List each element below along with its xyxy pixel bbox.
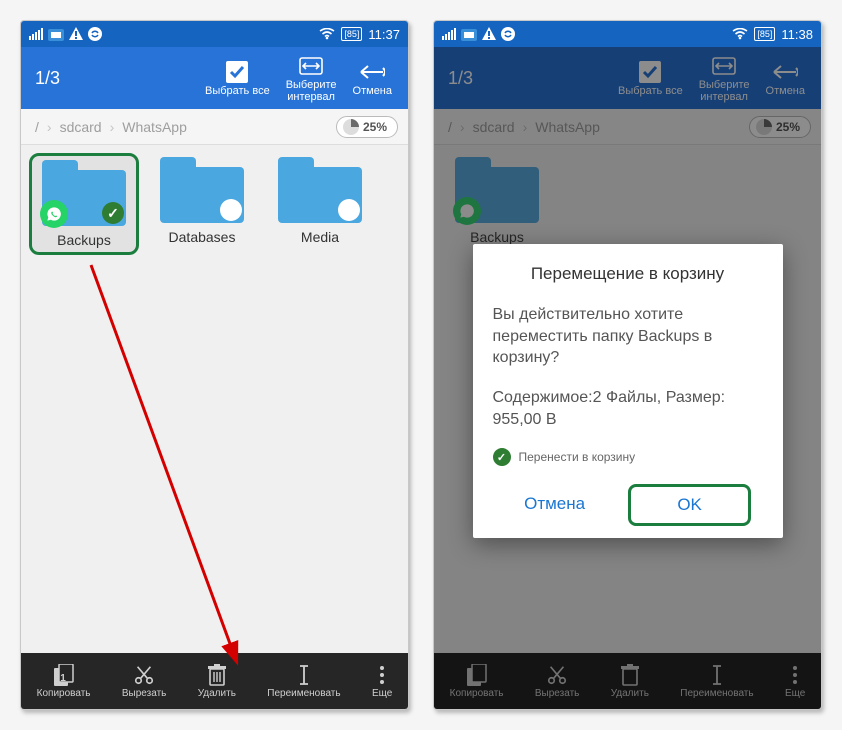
rename-label: Переименовать	[267, 688, 340, 699]
trash-option-label: Перенести в корзину	[519, 450, 636, 464]
selection-dot	[220, 199, 242, 221]
selection-check-icon	[102, 202, 124, 224]
wifi-icon	[732, 28, 748, 40]
status-bar: [85] 11:37	[21, 21, 408, 47]
dialog-details: Содержимое:2 Файлы, Размер: 955,00 B	[493, 387, 763, 430]
app-icon	[48, 27, 64, 41]
warning-icon	[482, 27, 496, 41]
chevron-right-icon: ›	[106, 119, 119, 135]
selection-toolbar: 1/3 Выбрать все Выберите интервал Отмена	[21, 47, 408, 109]
svg-text:1: 1	[60, 673, 66, 684]
folder-media[interactable]: Media	[265, 153, 375, 249]
selection-count: 1/3	[35, 68, 197, 89]
wifi-icon	[319, 28, 335, 40]
battery-level: 85	[347, 29, 357, 39]
more-label: Еще	[372, 688, 392, 699]
breadcrumb: / › sdcard › WhatsApp 25%	[21, 109, 408, 145]
select-range-label: Выберите интервал	[286, 79, 337, 103]
phone-left: [85] 11:37 1/3 Выбрать все Выберите инте…	[20, 20, 409, 710]
delete-label: Удалить	[198, 688, 236, 699]
dialog-ok-button[interactable]: OK	[628, 484, 751, 526]
selection-dot	[338, 199, 360, 221]
select-all-button[interactable]: Выбрать все	[197, 47, 278, 109]
more-icon	[379, 664, 385, 686]
copy-label: Копировать	[37, 688, 91, 699]
crumb-root[interactable]: /	[31, 119, 43, 135]
annotation-arrow	[81, 255, 261, 675]
cancel-label: Отмена	[353, 85, 392, 97]
delete-confirm-dialog: Перемещение в корзину Вы действительно х…	[473, 244, 783, 538]
copy-button[interactable]: 1 Копировать	[37, 664, 91, 699]
dialog-cancel-button[interactable]: Отмена	[504, 484, 605, 526]
trash-icon	[207, 664, 227, 686]
folder-grid: Backups Databases Media	[21, 145, 408, 653]
copy-icon: 1	[54, 664, 74, 686]
app-icon	[461, 27, 477, 41]
bottom-toolbar: 1 Копировать Вырезать Удалить Переименов…	[21, 653, 408, 709]
scissors-icon	[133, 664, 155, 686]
dialog-message: Вы действительно хотите переместить папк…	[493, 304, 763, 369]
phone-right: [85] 11:38 1/3 Выбрать все Выберите инте…	[433, 20, 822, 710]
status-bar: [85] 11:38	[434, 21, 821, 47]
folder-databases[interactable]: Databases	[147, 153, 257, 249]
rename-icon	[295, 664, 313, 686]
select-all-label: Выбрать все	[205, 85, 270, 97]
status-time: 11:38	[781, 27, 813, 42]
crumb-whatsapp[interactable]: WhatsApp	[118, 119, 191, 135]
battery-icon: [85]	[754, 27, 775, 41]
whatsapp-badge-icon	[40, 200, 68, 228]
more-button[interactable]: Еще	[372, 664, 392, 699]
folder-backups[interactable]: Backups	[29, 153, 139, 255]
cut-label: Вырезать	[122, 688, 166, 699]
dialog-title: Перемещение в корзину	[493, 264, 763, 284]
status-time: 11:37	[368, 27, 400, 42]
sync-icon	[501, 27, 515, 41]
back-icon	[359, 64, 385, 80]
folder-label: Databases	[169, 229, 236, 245]
range-icon	[298, 56, 324, 76]
battery-level: 85	[760, 29, 770, 39]
crumb-sdcard[interactable]: sdcard	[56, 119, 106, 135]
sync-icon	[88, 27, 102, 41]
storage-indicator[interactable]: 25%	[336, 116, 398, 138]
select-range-button[interactable]: Выберите интервал	[278, 47, 345, 109]
storage-percent: 25%	[363, 120, 387, 134]
check-icon	[226, 61, 248, 83]
rename-button[interactable]: Переименовать	[267, 664, 340, 699]
battery-icon: [85]	[341, 27, 362, 41]
signal-icon	[29, 28, 43, 40]
cancel-button[interactable]: Отмена	[345, 47, 400, 109]
move-to-trash-option[interactable]: ✓ Перенести в корзину	[493, 448, 763, 466]
check-circle-icon: ✓	[493, 448, 511, 466]
chevron-right-icon: ›	[43, 119, 56, 135]
warning-icon	[69, 27, 83, 41]
signal-icon	[442, 28, 456, 40]
cut-button[interactable]: Вырезать	[122, 664, 166, 699]
folder-label: Media	[301, 229, 339, 245]
delete-button[interactable]: Удалить	[198, 664, 236, 699]
folder-label: Backups	[57, 232, 111, 248]
pie-icon	[343, 119, 359, 135]
